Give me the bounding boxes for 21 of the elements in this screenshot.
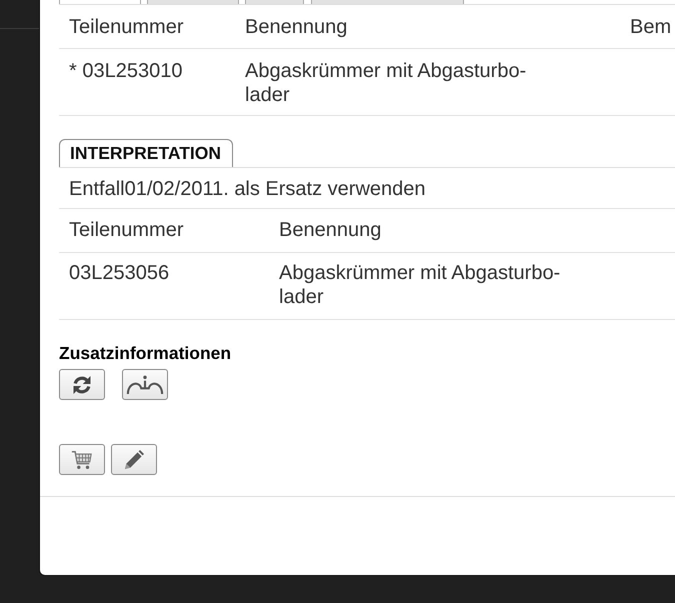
cart-button[interactable]: [59, 444, 105, 475]
table-cell-text: 03L253056: [68, 261, 170, 286]
note-text: Entfall01/02/2011. als Ersatz verwenden: [59, 168, 675, 209]
info-arches-icon: [126, 374, 164, 395]
cart-icon: [71, 448, 93, 470]
tab[interactable]: INTERPRETATION: [59, 139, 234, 167]
column-header: Teilenummer: [68, 15, 184, 40]
refresh-icon: [72, 374, 92, 394]
pencil-icon: [124, 450, 144, 470]
table-cell-text: Abgaskrümmer mit Abgasturbo-lader: [244, 59, 528, 108]
column-header: Teilenummer: [68, 218, 184, 243]
column-header: Benennung: [244, 15, 348, 40]
edit-button[interactable]: [111, 444, 157, 475]
junction-button[interactable]: [122, 369, 168, 400]
section-title: Zusatzinformationen: [59, 343, 232, 363]
column-header: Bem: [629, 15, 672, 40]
tab[interactable]: [59, 0, 141, 4]
table-cell-text: * 03L253010: [68, 59, 184, 84]
column-header: Benennung: [278, 218, 382, 243]
refresh-button[interactable]: [59, 369, 105, 400]
table-cell-text: Abgaskrümmer mit Abgasturbo-lader: [278, 261, 562, 310]
